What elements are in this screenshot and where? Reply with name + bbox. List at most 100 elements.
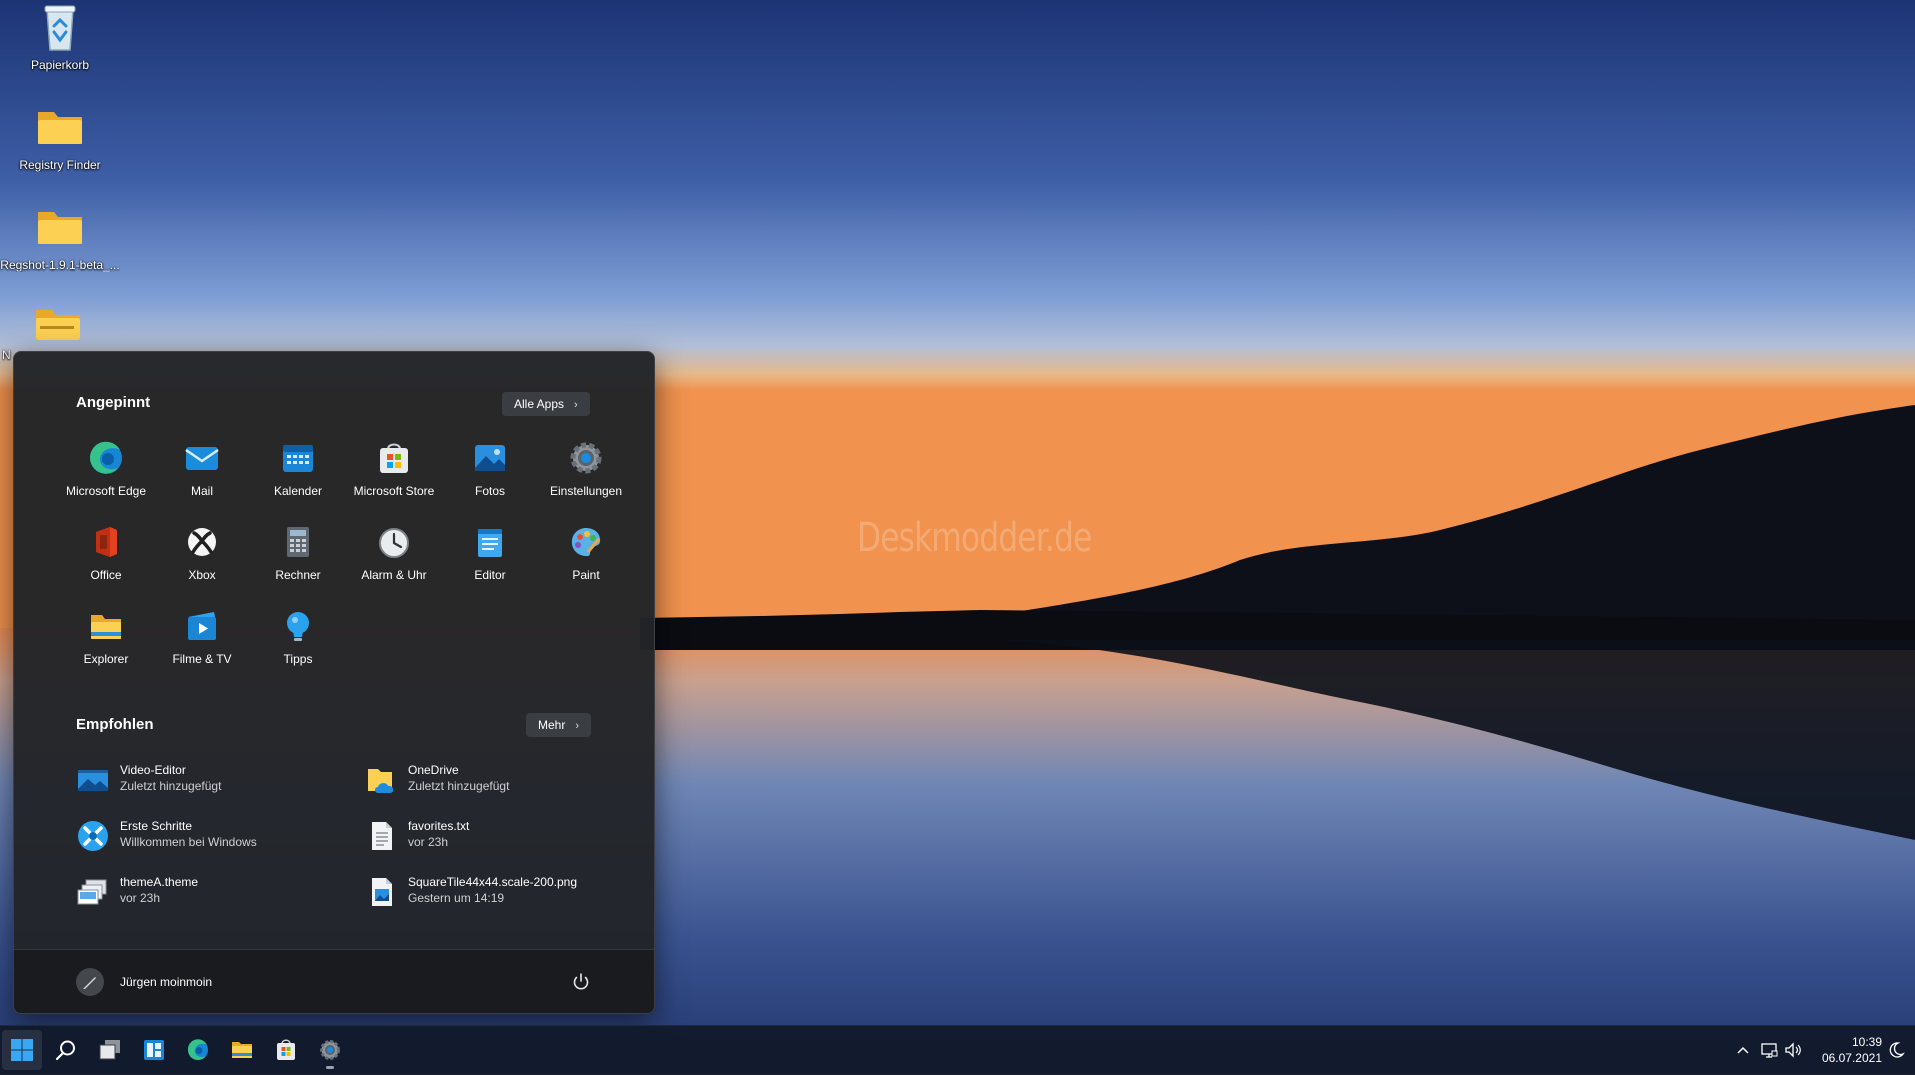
chevron-right-icon: › — [574, 399, 578, 411]
edge-icon — [187, 1039, 208, 1060]
recommended-item-video-editor[interactable]: Video-Editor Zuletzt hinzugefügt — [76, 759, 346, 805]
clock-icon — [374, 522, 414, 562]
volume-button[interactable] — [1783, 1040, 1803, 1060]
app-label: Mail — [190, 484, 213, 498]
pinned-app-notepad[interactable]: Editor — [442, 522, 538, 582]
taskbar-edge-button[interactable] — [178, 1030, 218, 1070]
user-name: Jürgen moinmoin — [120, 975, 213, 989]
app-label: Microsoft Store — [353, 484, 435, 498]
app-label: Tipps — [283, 652, 313, 666]
calculator-icon — [278, 522, 318, 562]
app-label: Editor — [474, 568, 506, 582]
recommended-title-text: SquareTile44x44.scale-200.png — [408, 875, 578, 889]
app-label: Einstellungen — [549, 484, 623, 498]
pinned-app-explorer[interactable]: Explorer — [58, 606, 154, 666]
desktop-icon-registry-finder[interactable]: Registry Finder — [0, 102, 120, 172]
pinned-app-settings[interactable]: Einstellungen — [538, 438, 634, 498]
pinned-app-paint[interactable]: Paint — [538, 522, 634, 582]
more-button[interactable]: Mehr › — [526, 713, 592, 737]
notepad-icon — [470, 522, 510, 562]
desktop-icon-label: Papierkorb — [30, 58, 90, 72]
watermark-text: Deskmodder.de — [857, 515, 1092, 561]
widgets-button[interactable] — [134, 1030, 174, 1070]
recommended-subtitle-text: vor 23h — [408, 835, 449, 849]
recommended-subtitle-text: Zuletzt hinzugefügt — [120, 779, 222, 793]
store-icon — [374, 438, 414, 478]
folder-icon — [32, 102, 88, 154]
edge-icon — [86, 438, 126, 478]
desktop-icon-label: Regshot-1.9.1-beta_... — [0, 258, 120, 272]
app-label: Alarm & Uhr — [361, 568, 427, 582]
network-button[interactable] — [1759, 1040, 1779, 1060]
movies-icon — [182, 606, 222, 646]
onedrive-icon — [364, 763, 398, 797]
recommended-subtitle-text: Willkommen bei Windows — [120, 835, 257, 849]
more-label: Mehr — [538, 718, 566, 732]
settings-icon — [320, 1040, 340, 1060]
pinned-app-tips[interactable]: Tipps — [250, 606, 346, 666]
search-icon — [55, 1040, 75, 1061]
recycle-bin-icon — [32, 2, 88, 54]
network-icon — [1761, 1043, 1778, 1058]
pinned-app-mail[interactable]: Mail — [154, 438, 250, 498]
task-view-button[interactable] — [90, 1030, 130, 1070]
pinned-app-movies[interactable]: Filme & TV — [154, 606, 250, 666]
taskbar-explorer-button[interactable] — [222, 1030, 262, 1070]
taskbar-settings-button[interactable] — [310, 1030, 350, 1070]
image-file-icon — [364, 875, 398, 909]
notifications-button[interactable] — [1886, 1040, 1906, 1060]
app-label: Xbox — [188, 568, 216, 582]
recommended-title-text: favorites.txt — [408, 819, 470, 833]
text-file-icon — [364, 819, 398, 853]
clock-button[interactable]: 10:39 06.07.2021 — [1810, 1034, 1882, 1066]
desktop-icon-regshot[interactable]: Regshot-1.9.1-beta_... — [0, 202, 120, 272]
pinned-app-clock[interactable]: Alarm & Uhr — [346, 522, 442, 582]
recommended-item-get-started[interactable]: Erste Schritte Willkommen bei Windows — [76, 815, 346, 861]
pinned-title: Angepinnt — [76, 394, 151, 411]
app-label: Explorer — [83, 652, 129, 666]
recommended-title-text: themeA.theme — [120, 875, 199, 889]
show-hidden-icons-button[interactable] — [1733, 1040, 1753, 1060]
taskbar-store-button[interactable] — [266, 1030, 306, 1070]
pinned-app-edge[interactable]: Microsoft Edge — [58, 438, 154, 498]
store-icon — [277, 1039, 295, 1060]
recommended-item-favorites[interactable]: favorites.txt vor 23h — [364, 815, 634, 861]
chevron-up-icon — [1737, 1046, 1749, 1054]
app-label: Paint — [572, 568, 600, 582]
recommended-title: Empfohlen — [76, 716, 154, 733]
explorer-icon — [232, 1042, 252, 1058]
folder-icon — [32, 202, 88, 254]
notifications-icon — [1889, 1042, 1905, 1058]
pinned-app-photos[interactable]: Fotos — [442, 438, 538, 498]
avatar — [76, 968, 104, 996]
time-text: 10:39 — [1851, 1035, 1882, 1049]
all-apps-label: Alle Apps — [514, 397, 565, 411]
tips-icon — [278, 606, 318, 646]
task-view-icon — [99, 1040, 120, 1060]
photos-icon — [470, 438, 510, 478]
taskbar: 10:39 06.07.2021 — [0, 1025, 1915, 1075]
desktop-icon-recycle-bin[interactable]: Papierkorb — [0, 2, 120, 72]
theme-file-icon — [76, 875, 110, 909]
recommended-title-text: OneDrive — [408, 763, 459, 777]
date-text: 06.07.2021 — [1821, 1051, 1882, 1065]
office-icon — [86, 522, 126, 562]
power-icon — [573, 973, 589, 990]
pinned-app-office[interactable]: Office — [58, 522, 154, 582]
xbox-icon — [182, 522, 222, 562]
recommended-item-png[interactable]: SquareTile44x44.scale-200.png Gestern um… — [364, 871, 634, 917]
pinned-app-calendar[interactable]: Kalender — [250, 438, 346, 498]
recommended-subtitle-text: vor 23h — [120, 891, 161, 905]
search-button[interactable] — [46, 1030, 86, 1070]
power-button[interactable] — [569, 970, 593, 994]
recommended-item-onedrive[interactable]: OneDrive Zuletzt hinzugefügt — [364, 759, 634, 805]
settings-icon — [566, 438, 606, 478]
start-button[interactable] — [2, 1030, 42, 1070]
app-label: Fotos — [474, 484, 505, 498]
pinned-app-calculator[interactable]: Rechner — [250, 522, 346, 582]
pinned-app-xbox[interactable]: Xbox — [154, 522, 250, 582]
all-apps-button[interactable]: Alle Apps › — [502, 392, 590, 416]
recommended-item-theme[interactable]: themeA.theme vor 23h — [76, 871, 346, 917]
video-editor-icon — [76, 763, 110, 797]
pinned-app-store[interactable]: Microsoft Store — [346, 438, 442, 498]
